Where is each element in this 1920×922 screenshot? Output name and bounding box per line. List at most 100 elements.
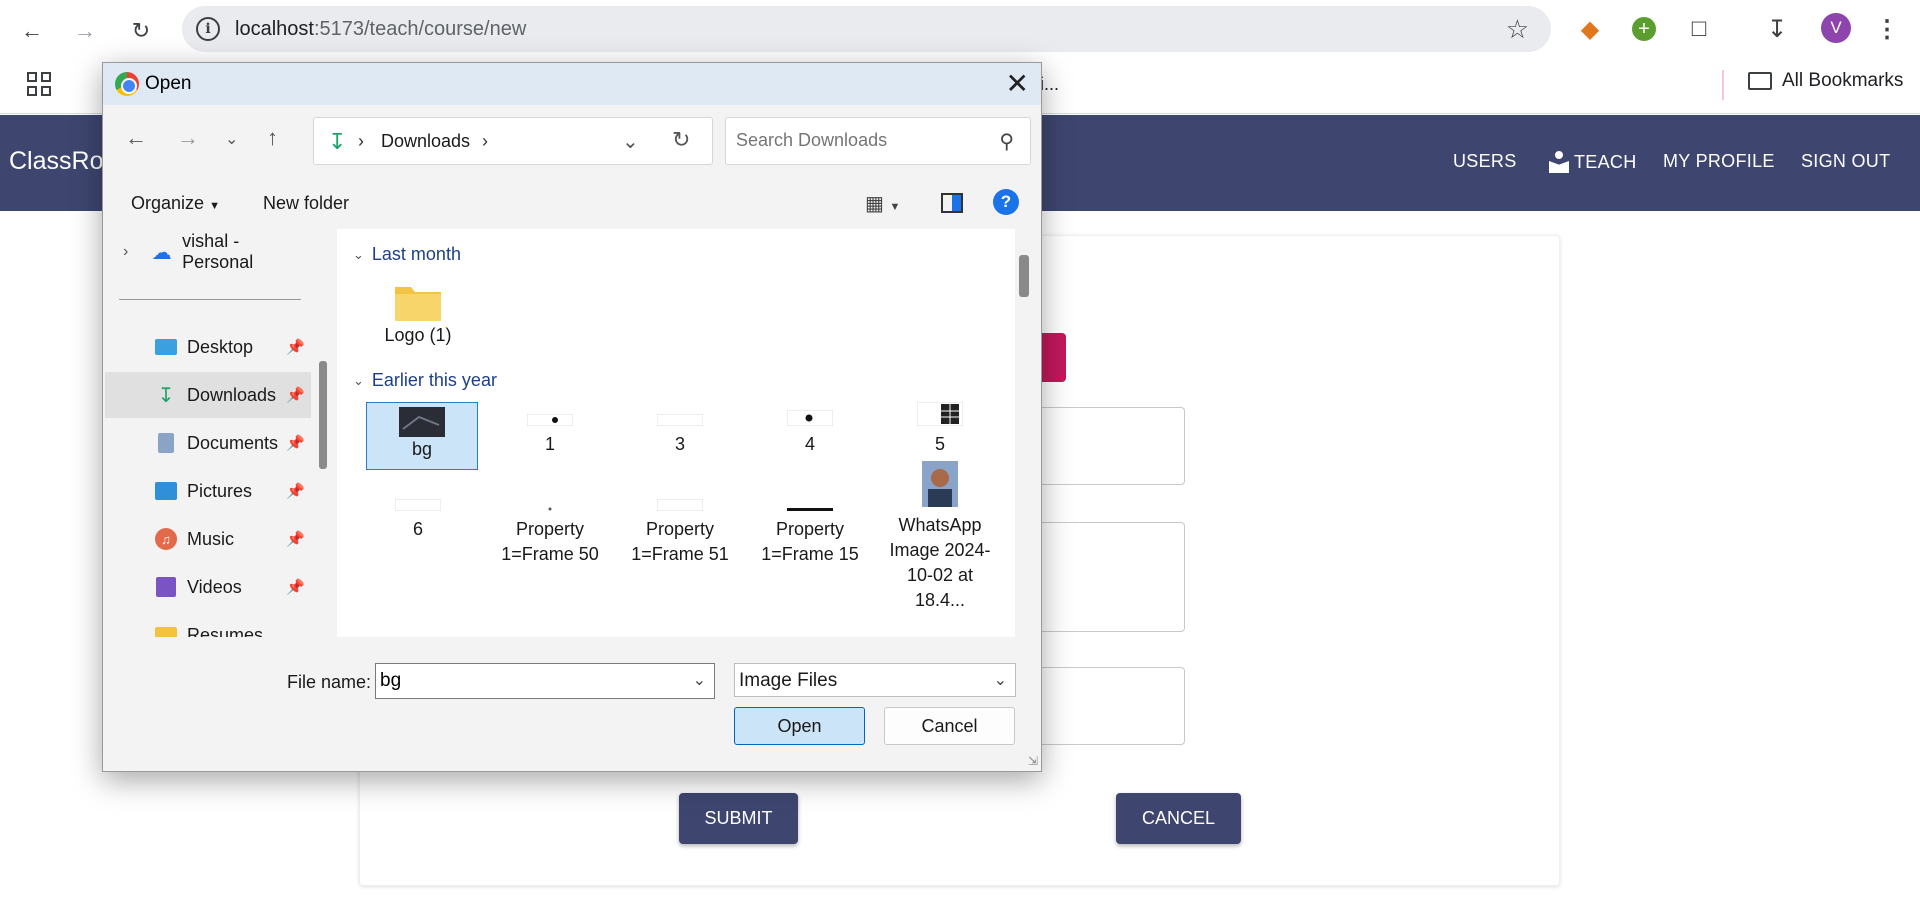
breadcrumb-downloads[interactable]: Downloads <box>381 131 470 152</box>
view-options-icon[interactable]: ▦ ▼ <box>865 191 900 216</box>
sidebar-item-onedrive[interactable]: › ☁ vishal - Personal <box>105 229 311 275</box>
sidebar-item-documents[interactable]: Documents 📌 <box>105 420 311 466</box>
file-name: Property 1=Frame 50 <box>501 519 599 564</box>
caret-down-icon: ▼ <box>209 200 220 212</box>
sidebar-divider <box>119 299 301 300</box>
dialog-cancel-button[interactable]: Cancel <box>884 707 1015 745</box>
file-tile-property-frame-51[interactable]: Property 1=Frame 51 <box>624 499 736 567</box>
file-tile-3[interactable]: 3 <box>624 414 736 457</box>
profile-avatar[interactable]: V <box>1821 13 1851 43</box>
documents-icon <box>153 432 179 454</box>
file-type-select[interactable]: Image Files ⌄ <box>734 663 1016 697</box>
cancel-button[interactable]: CANCEL <box>1116 793 1241 844</box>
pin-icon[interactable]: 📌 <box>286 530 305 548</box>
file-tile-bg[interactable]: bg <box>366 402 478 470</box>
file-tile-property-frame-15[interactable]: Property 1=Frame 15 <box>754 499 866 567</box>
bookmarks-divider <box>1722 70 1724 100</box>
sidebar-item-resumes[interactable]: Resumes <box>105 612 311 637</box>
nav-sign-out[interactable]: SIGN OUT <box>1801 151 1890 172</box>
sidebar-item-music[interactable]: ♫ Music 📌 <box>105 516 311 562</box>
file-name: WhatsApp Image 2024-10-02 at 18.4... <box>889 515 991 610</box>
file-name-input[interactable] <box>380 670 680 692</box>
address-bar[interactable]: i localhost:5173/teach/course/new ☆ <box>182 6 1551 52</box>
breadcrumb-separator-icon[interactable]: › <box>358 131 364 152</box>
site-info-icon[interactable]: i <box>196 17 220 41</box>
dialog-titlebar: Open ✕ <box>103 63 1041 105</box>
file-name: 6 <box>412 519 423 539</box>
extension-plus-icon[interactable]: + <box>1627 12 1661 46</box>
file-list[interactable]: ⌄ Last month Logo (1) ⌄ Earlier this yea… <box>337 229 1015 637</box>
bookmark-star-icon[interactable]: ☆ <box>1506 14 1529 45</box>
file-name: 3 <box>674 434 685 454</box>
organize-menu[interactable]: Organize ▼ <box>131 193 220 214</box>
forward-arrow-icon[interactable]: → <box>177 125 199 151</box>
sidebar-item-pictures[interactable]: Pictures 📌 <box>105 468 311 514</box>
file-list-scrollbar[interactable] <box>1019 255 1029 297</box>
open-button[interactable]: Open <box>734 707 865 745</box>
file-tile-whatsapp-image[interactable]: WhatsApp Image 2024-10-02 at 18.4... <box>884 461 996 613</box>
pin-icon[interactable]: 📌 <box>286 338 305 356</box>
back-arrow-icon[interactable]: ← <box>125 125 147 151</box>
chevron-down-icon[interactable]: ⌄ <box>693 670 706 690</box>
reload-icon[interactable]: ↻ <box>123 13 159 49</box>
breadcrumb-separator-icon[interactable]: › <box>482 131 488 152</box>
sidebar-item-downloads[interactable]: ↧ Downloads 📌 <box>105 372 311 418</box>
sidebar-item-desktop[interactable]: Desktop 📌 <box>105 324 311 370</box>
pin-icon[interactable]: 📌 <box>286 578 305 596</box>
all-bookmarks-label: All Bookmarks <box>1782 70 1904 91</box>
forward-icon[interactable]: → <box>67 13 103 49</box>
cloud-icon: ☁ <box>151 241 172 264</box>
group-header-earlier-this-year[interactable]: ⌄ Earlier this year <box>353 370 497 391</box>
up-arrow-icon[interactable]: ↑ <box>267 125 278 151</box>
address-dropdown-chevron-icon[interactable]: ⌄ <box>622 129 639 154</box>
new-folder-button[interactable]: New folder <box>263 193 349 214</box>
metamask-fox-icon[interactable]: ◆ <box>1573 12 1607 46</box>
refresh-icon[interactable]: ↻ <box>672 127 690 153</box>
file-tile-4[interactable]: 4 <box>754 410 866 457</box>
file-name-combobox[interactable]: ⌄ <box>375 663 715 699</box>
navigation-pane[interactable]: › ☁ vishal - Personal Desktop 📌 ↧ Downlo… <box>103 229 313 637</box>
nav-users[interactable]: USERS <box>1453 151 1517 172</box>
file-tile-logo[interactable]: Logo (1) <box>362 281 474 348</box>
collapse-chevron-icon[interactable]: ⌄ <box>353 247 364 263</box>
pin-icon[interactable]: 📌 <box>286 434 305 452</box>
file-tile-1[interactable]: 1 <box>494 414 606 457</box>
file-tile-5[interactable]: 5 <box>884 402 996 457</box>
pin-icon[interactable]: 📌 <box>286 482 305 500</box>
image-thumbnail <box>395 499 441 511</box>
sidebar-item-videos[interactable]: Videos 📌 <box>105 564 311 610</box>
sidebar-item-label: Downloads <box>187 384 277 405</box>
file-tile-property-frame-50[interactable]: Property 1=Frame 50 <box>494 499 606 567</box>
url-text[interactable]: localhost:5173/teach/course/new <box>235 18 526 41</box>
apps-grid-icon[interactable] <box>27 72 51 96</box>
downloads-icon[interactable]: ↧ <box>1760 12 1794 46</box>
search-box[interactable]: ⚲ <box>725 117 1031 165</box>
app-brand[interactable]: ClassRo <box>9 147 103 176</box>
extensions-puzzle-icon[interactable]: □ <box>1682 12 1716 46</box>
collapse-chevron-icon[interactable]: ⌄ <box>353 373 364 389</box>
expand-chevron-icon[interactable]: › <box>123 243 128 261</box>
group-header-last-month[interactable]: ⌄ Last month <box>353 244 461 265</box>
search-icon[interactable]: ⚲ <box>999 129 1014 154</box>
pin-icon[interactable]: 📌 <box>286 386 305 404</box>
music-icon: ♫ <box>153 528 179 550</box>
submit-button[interactable]: SUBMIT <box>679 793 798 844</box>
recent-locations-chevron-icon[interactable]: ⌄ <box>225 129 238 149</box>
url-host: localhost <box>235 18 314 40</box>
file-tile-6[interactable]: 6 <box>362 499 474 542</box>
preview-pane-icon[interactable] <box>941 193 963 213</box>
file-name-label: File name: <box>287 672 372 692</box>
bookmark-item[interactable]: i... <box>1040 74 1059 95</box>
folder-icon <box>395 287 441 321</box>
close-icon[interactable]: ✕ <box>1006 67 1029 100</box>
back-icon[interactable]: ← <box>14 13 50 49</box>
nav-teach[interactable]: TEACH <box>1548 151 1637 173</box>
resize-grip-icon[interactable]: ⇲ <box>1028 754 1038 768</box>
all-bookmarks-button[interactable]: All Bookmarks <box>1748 70 1903 92</box>
search-input[interactable] <box>736 130 986 151</box>
browser-menu-icon[interactable]: ⋮ <box>1870 12 1904 46</box>
sidebar-scrollbar[interactable] <box>319 361 327 469</box>
breadcrumb[interactable]: ↧ › Downloads › ⌄ ↻ <box>313 117 713 165</box>
help-icon[interactable]: ? <box>993 189 1019 215</box>
nav-my-profile[interactable]: MY PROFILE <box>1663 151 1775 172</box>
